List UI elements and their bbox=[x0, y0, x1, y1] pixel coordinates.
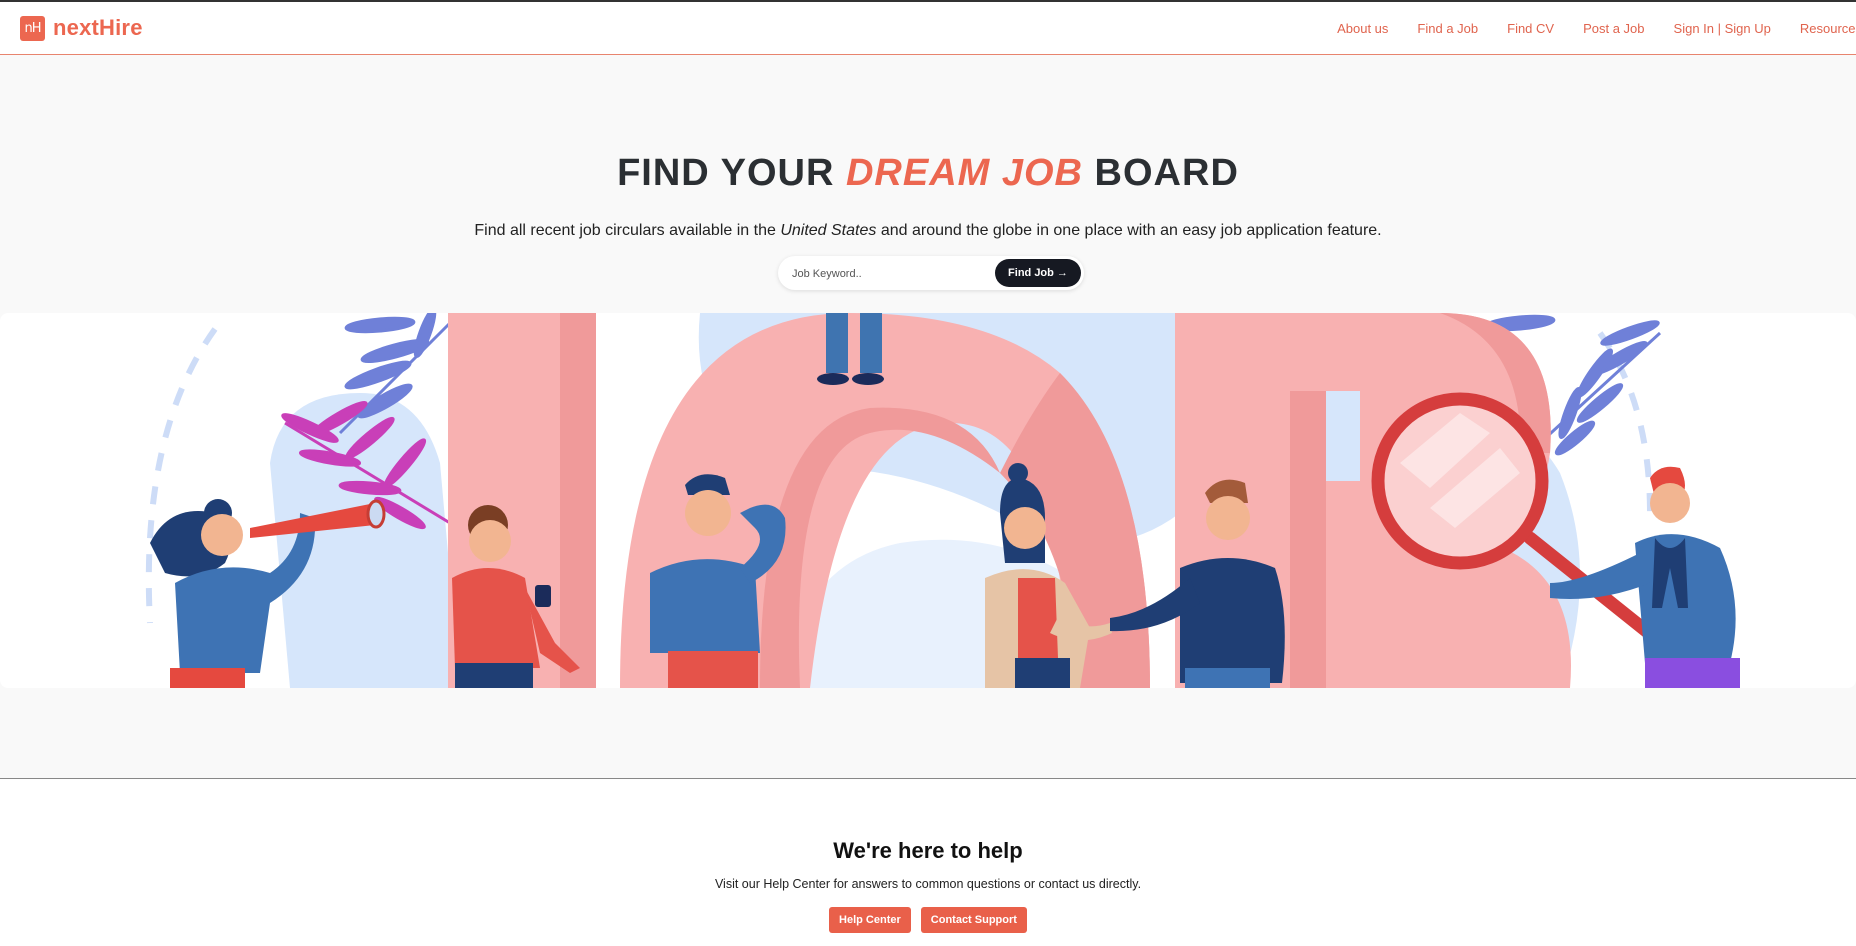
help-buttons: Help Center Contact Support bbox=[0, 907, 1856, 933]
navbar: nH nextHire About us Find a Job Find CV … bbox=[0, 2, 1856, 55]
job-keyword-input[interactable] bbox=[790, 263, 994, 285]
hero-title: FIND YOUR DREAM JOB BOARD bbox=[0, 152, 1856, 195]
logo-mark-icon: nH bbox=[20, 15, 45, 41]
hero-title-post: BOARD bbox=[1083, 152, 1239, 194]
nav-find-a-job[interactable]: Find a Job bbox=[1417, 21, 1478, 36]
nav-find-cv[interactable]: Find CV bbox=[1507, 21, 1554, 36]
hero-title-pre: FIND YOUR bbox=[617, 152, 846, 194]
hero-subtitle-pre: Find all recent job circulars available … bbox=[474, 222, 781, 239]
help-center-button[interactable]: Help Center bbox=[829, 907, 911, 933]
brand-logo[interactable]: nH nextHire bbox=[20, 15, 143, 41]
help-text: Visit our Help Center for answers to com… bbox=[714, 877, 1142, 891]
main-nav: About us Find a Job Find CV Post a Job S… bbox=[1337, 2, 1856, 55]
hero-subtitle: Find all recent job circulars available … bbox=[0, 222, 1856, 240]
help-title: We're here to help bbox=[833, 838, 1023, 863]
contact-support-button[interactable]: Contact Support bbox=[920, 907, 1027, 933]
job-search-bar: Find Job → bbox=[778, 256, 1084, 290]
find-job-button[interactable]: Find Job → bbox=[995, 259, 1081, 287]
nav-resources[interactable]: Resources bbox=[1800, 21, 1856, 36]
hero-title-accent: DREAM JOB bbox=[845, 152, 1083, 194]
hero-subtitle-country: United States bbox=[780, 222, 877, 239]
hero-subtitle-post: and around the globe in one place with a… bbox=[876, 222, 1382, 239]
help-section: We're here to help Visit our Help Center… bbox=[0, 779, 1856, 946]
nav-post-a-job[interactable]: Post a Job bbox=[1583, 21, 1644, 36]
nav-sign-in-sign-up[interactable]: Sign In | Sign Up bbox=[1674, 21, 1771, 36]
job-search-people-illustration bbox=[0, 313, 1856, 688]
nav-about-us[interactable]: About us bbox=[1337, 21, 1388, 36]
hero-illustration-svg bbox=[145, 313, 1740, 688]
brand-name: nextHire bbox=[53, 15, 143, 40]
